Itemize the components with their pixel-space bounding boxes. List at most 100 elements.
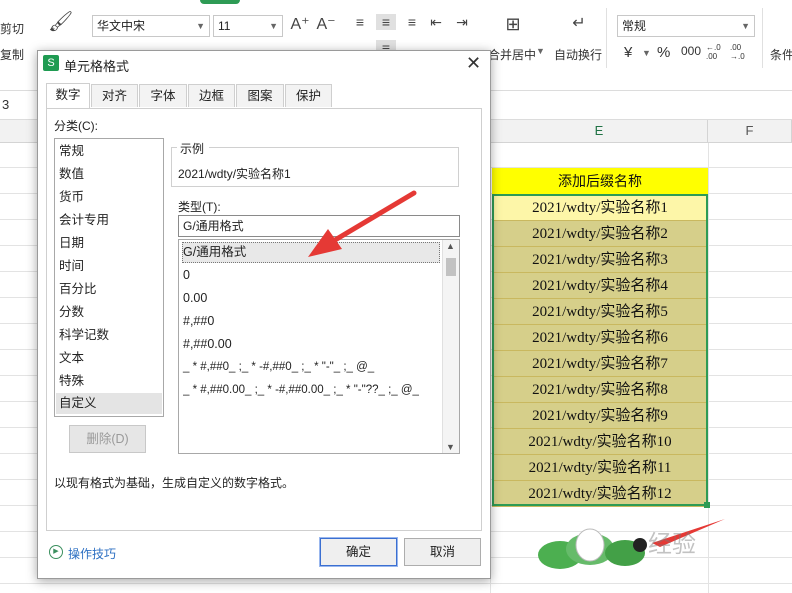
arrow-head xyxy=(308,229,342,257)
app-icon: S xyxy=(43,55,59,71)
copy-button[interactable]: 复制 xyxy=(0,46,24,63)
number-format-select[interactable]: 常规 ▼ xyxy=(617,15,755,37)
arrow-shaft xyxy=(327,190,417,246)
list-item[interactable]: 科学记数 xyxy=(59,325,109,346)
list-item[interactable]: #,##0.00 xyxy=(183,334,232,355)
group-border xyxy=(209,147,459,148)
list-item[interactable]: 会计专用 xyxy=(59,210,109,231)
rabbit-shape xyxy=(575,528,605,562)
decrease-decimal-icon[interactable]: .00 →.0 xyxy=(730,43,752,61)
type-label: 类型(T): xyxy=(178,200,221,214)
chevron-down-icon: ▼ xyxy=(741,21,750,31)
type-list[interactable]: G/通用格式 0 0.00 #,##0 #,##0.00 _ * #,##0_ … xyxy=(178,239,460,454)
dialog-title: 单元格格式 xyxy=(64,59,130,74)
tab-label: 图案 xyxy=(247,89,273,103)
font-grow-icon[interactable]: A⁺ xyxy=(290,17,310,33)
tab-protection[interactable]: 保护 xyxy=(285,84,332,107)
close-icon[interactable]: ✕ xyxy=(466,53,481,74)
scrollbar[interactable]: ▲ ▼ xyxy=(442,240,459,453)
list-item[interactable]: 货币 xyxy=(59,187,84,208)
list-item[interactable]: 特殊 xyxy=(59,371,84,392)
thousands-separator-icon[interactable]: 000 xyxy=(681,44,701,58)
tab-label: 保护 xyxy=(295,89,321,103)
increase-decimal-icon[interactable]: ←.0 .00 xyxy=(706,43,726,61)
camera-shape xyxy=(633,538,647,552)
ribbon-divider xyxy=(606,8,607,68)
header-cell[interactable]: 添加后缀名称 xyxy=(492,168,708,194)
indent-decrease-icon[interactable]: ⇤ xyxy=(426,14,446,30)
tab-label: 数字 xyxy=(55,88,81,102)
scroll-thumb[interactable] xyxy=(446,258,456,276)
chevron-down-icon[interactable]: ▼ xyxy=(536,46,545,56)
group-border xyxy=(171,147,177,148)
ok-button[interactable]: 确定 xyxy=(319,537,398,567)
cut-button[interactable]: 剪切 xyxy=(0,20,24,37)
font-name-value: 华文中宋 xyxy=(97,19,146,33)
list-item[interactable]: _ * #,##0.00_ ;_ * -#,##0.00_ ;_ * "-"??… xyxy=(183,380,437,401)
column-f-label: F xyxy=(745,123,754,138)
format-painter-icon[interactable]: 🖌 xyxy=(48,12,73,32)
tab-label: 字体 xyxy=(150,89,176,103)
play-icon[interactable]: ▶ xyxy=(49,545,63,559)
conditional-format-button[interactable]: 条件 xyxy=(770,46,792,63)
chevron-down-icon: ▼ xyxy=(269,21,278,31)
ribbon-accent xyxy=(200,0,240,4)
font-shrink-icon[interactable]: A⁻ xyxy=(316,17,336,33)
delete-button[interactable]: 删除(D) xyxy=(69,425,146,453)
list-item[interactable]: 数值 xyxy=(59,164,84,185)
merge-cells-icon[interactable]: ⊞ xyxy=(500,15,526,33)
list-item[interactable]: _ * #,##0_ ;_ * -#,##0_ ;_ * "-"_ ;_ @_ xyxy=(183,357,374,378)
format-description: 以现有格式为基础，生成自定义的数字格式。 xyxy=(54,476,295,490)
align-top-icon[interactable]: ≡ xyxy=(350,14,370,30)
indent-increase-icon[interactable]: ⇥ xyxy=(452,14,472,30)
tab-label: 边框 xyxy=(198,89,224,103)
category-label: 分类(C): xyxy=(54,119,98,133)
annotation-arrow xyxy=(308,190,417,257)
tab-font[interactable]: 字体 xyxy=(139,84,187,107)
list-item[interactable]: 日期 xyxy=(59,233,84,254)
tab-border[interactable]: 边框 xyxy=(188,84,235,107)
font-size-value: 11 xyxy=(218,19,231,33)
tab-alignment[interactable]: 对齐 xyxy=(91,84,138,107)
wrap-text-icon[interactable]: ↵ xyxy=(566,16,592,32)
list-item[interactable]: 百分比 xyxy=(59,279,97,300)
font-name-select[interactable]: 华文中宋 ▼ xyxy=(92,15,210,37)
list-item[interactable]: 分数 xyxy=(59,302,84,323)
font-size-select[interactable]: 11 ▼ xyxy=(213,15,283,37)
list-item[interactable]: 0 xyxy=(183,265,190,286)
column-e-label: E xyxy=(594,123,604,138)
scroll-up-icon[interactable]: ▲ xyxy=(446,241,455,251)
number-format-value: 常规 xyxy=(622,19,647,33)
chevron-down-icon[interactable]: ▼ xyxy=(642,48,651,58)
tips-link[interactable]: 操作技巧 xyxy=(68,545,116,562)
watermark-text: 经验 xyxy=(648,531,696,558)
ribbon-divider xyxy=(762,8,763,68)
list-item[interactable]: 文本 xyxy=(59,348,84,369)
column-header-e[interactable]: E xyxy=(490,120,708,142)
align-middle-icon[interactable]: ≡ xyxy=(376,14,396,30)
tab-number[interactable]: 数字 xyxy=(46,83,90,108)
column-header-f[interactable]: F xyxy=(708,120,792,142)
format-cells-dialog: S 单元格格式 ✕ 数字 对齐 字体 边框 图案 保护 分类(C): 常规 数值… xyxy=(37,50,491,579)
currency-icon[interactable]: ¥ xyxy=(624,44,632,61)
cancel-button[interactable]: 取消 xyxy=(404,538,481,566)
list-item[interactable]: #,##0 xyxy=(183,311,214,332)
number-tab-pane: 分类(C): 常规 数值 货币 会计专用 日期 时间 百分比 分数 科学记数 文… xyxy=(46,108,482,531)
sample-value: 2021/wdty/实验名称1 xyxy=(178,167,291,181)
scroll-down-icon[interactable]: ▼ xyxy=(446,442,455,452)
name-box[interactable]: 3 xyxy=(2,97,9,112)
list-item[interactable]: G/通用格式 xyxy=(183,242,246,263)
dialog-title-bar[interactable]: S 单元格格式 ✕ xyxy=(38,51,490,77)
type-input-value: G/通用格式 xyxy=(183,219,244,233)
align-bottom-icon[interactable]: ≡ xyxy=(402,14,422,30)
selection-border xyxy=(492,194,708,506)
list-item[interactable]: 0.00 xyxy=(183,288,207,309)
category-list[interactable]: 常规 数值 货币 会计专用 日期 时间 百分比 分数 科学记数 文本 特殊 自定… xyxy=(54,138,164,417)
tab-pattern[interactable]: 图案 xyxy=(236,84,284,107)
percent-icon[interactable]: % xyxy=(657,44,670,61)
list-item-selected[interactable]: 自定义 xyxy=(56,393,162,414)
wrap-text-button[interactable]: 自动换行 xyxy=(554,46,602,63)
merge-center-button[interactable]: 合并居中 xyxy=(488,46,536,63)
list-item[interactable]: 常规 xyxy=(59,141,84,162)
list-item[interactable]: 时间 xyxy=(59,256,84,277)
